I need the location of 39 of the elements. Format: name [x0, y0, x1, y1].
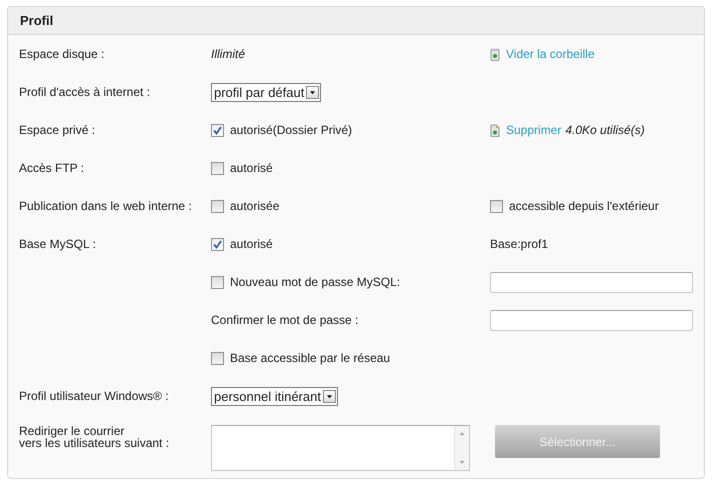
- field-label: Base:prof1: [490, 237, 548, 251]
- link[interactable]: Vider la corbeille: [506, 47, 594, 61]
- field-label: Confirmer le mot de passe :: [211, 313, 358, 327]
- caret-icon: [322, 390, 336, 402]
- checkbox[interactable]: [211, 162, 224, 174]
- checkbox-label: Nouveau mot de passe MySQL:: [230, 275, 400, 289]
- panel-title: Profil: [8, 7, 704, 35]
- caret-icon: [306, 86, 320, 98]
- field-label: Espace privé :: [19, 124, 96, 136]
- text-area-field[interactable]: [211, 425, 470, 471]
- field-label: Base MySQL :: [19, 238, 97, 250]
- link[interactable]: Supprimer: [506, 123, 562, 137]
- dropdown[interactable]: personnel itinérant: [211, 386, 338, 406]
- checkbox-label: autorisé: [230, 237, 273, 251]
- checkbox[interactable]: [211, 200, 224, 212]
- checkbox-label: autorisé: [230, 161, 273, 175]
- checkbox[interactable]: [211, 124, 224, 136]
- checkbox[interactable]: [211, 238, 224, 250]
- scrollbar[interactable]: [454, 426, 469, 470]
- dropdown[interactable]: profil par défaut: [211, 82, 322, 102]
- field-label: Espace disque :: [19, 48, 106, 60]
- trash-icon: [490, 48, 500, 60]
- checkbox[interactable]: [211, 276, 224, 288]
- file-icon: [490, 124, 500, 136]
- field-label: Accès FTP :: [19, 162, 86, 174]
- checkbox-label: autorisée: [230, 199, 280, 213]
- usage-note: 4.0Ko utilisé(s): [565, 123, 645, 137]
- checkbox-label: autorisé(Dossier Privé): [230, 123, 352, 137]
- checkbox[interactable]: [211, 352, 224, 364]
- field-label: Profil d'accès à internet :: [19, 86, 152, 98]
- field-label: Rediriger le courrier vers les utilisateurs suivant :: [19, 425, 170, 449]
- checkbox[interactable]: [490, 200, 503, 212]
- checkbox-label: Base accessible par le réseau: [230, 351, 390, 365]
- input-field[interactable]: [490, 310, 693, 330]
- field-label: Publication dans le web interne :: [19, 200, 193, 212]
- input-field[interactable]: [490, 272, 693, 292]
- field-value: Illimité: [211, 47, 246, 61]
- field-label: Profil utilisateur Windows® :: [19, 390, 170, 402]
- checkbox-label: accessible depuis l'extérieur: [509, 199, 659, 213]
